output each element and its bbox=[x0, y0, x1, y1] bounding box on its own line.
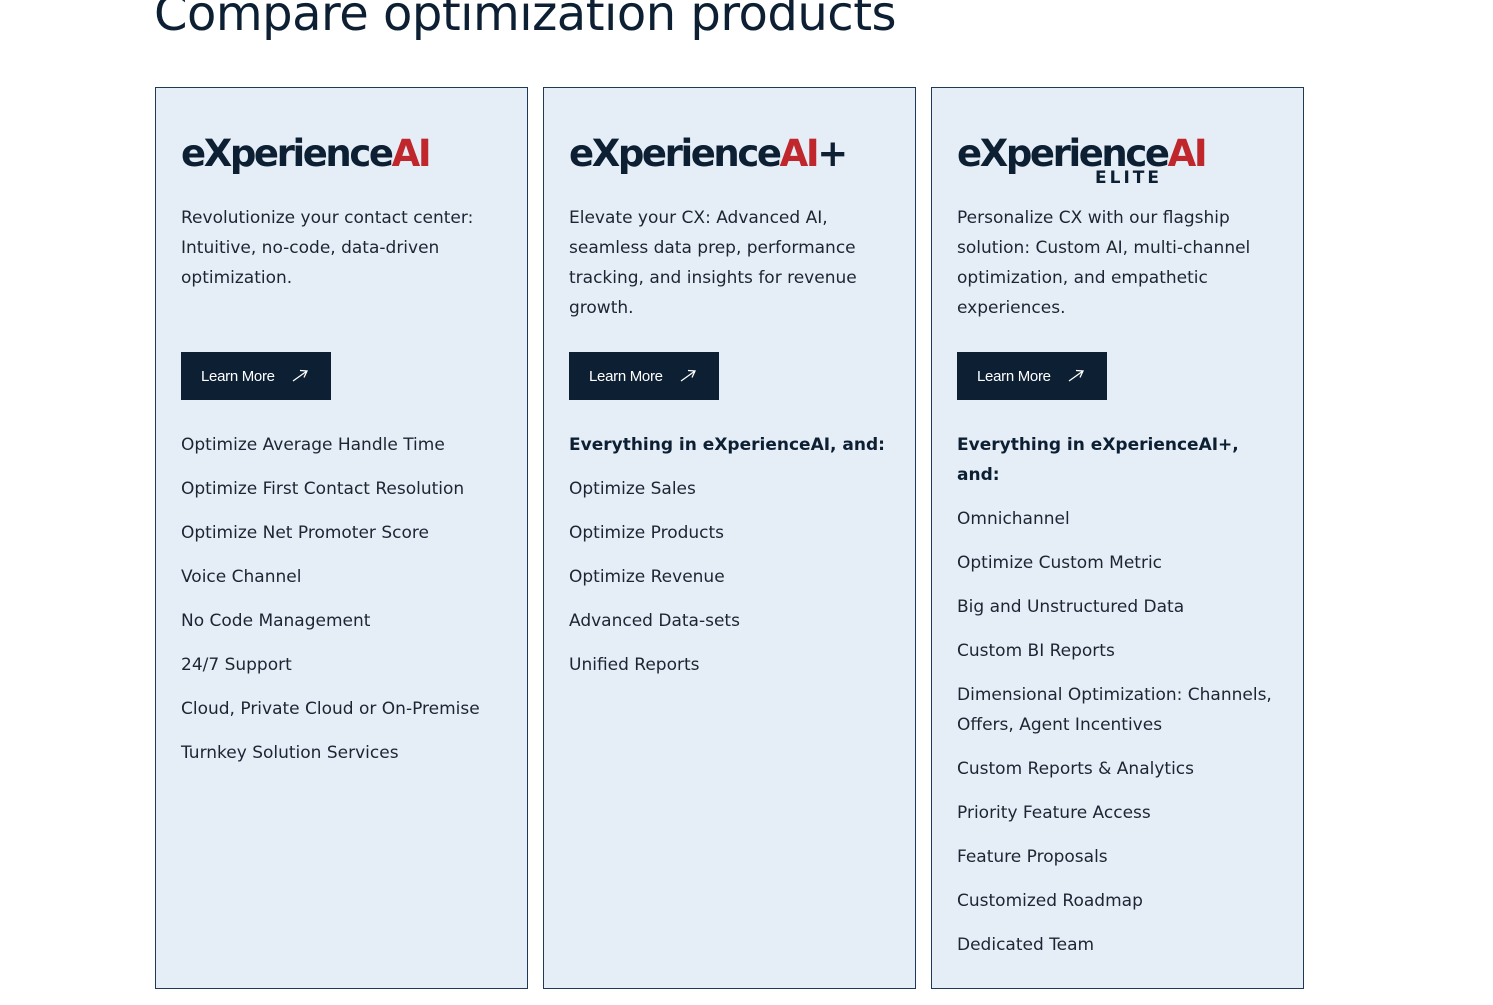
feature-item: Big and Unstructured Data bbox=[957, 597, 1185, 617]
arrow-up-right-icon bbox=[292, 369, 308, 382]
product-card-experienceai-elite: eXperienceAI ELITE Personalize CX with ou… bbox=[931, 87, 1304, 989]
feature-lead: Everything in eXperienceAI+, and: bbox=[957, 435, 1239, 485]
feature-item: Dedicated Team bbox=[957, 935, 1095, 955]
feature-item: Feature Proposals bbox=[957, 847, 1108, 867]
arrow-up-right-icon bbox=[1068, 369, 1084, 382]
arrow-up-right-icon bbox=[680, 369, 696, 382]
feature-lead: Everything in eXperienceAI, and: bbox=[569, 435, 885, 455]
learn-more-button[interactable]: Learn More bbox=[569, 352, 719, 400]
experienceai-plus-logo: eXperienceAI+ bbox=[569, 132, 848, 175]
feature-item: Omnichannel bbox=[957, 509, 1070, 529]
page-title: Compare optimization products bbox=[154, 0, 897, 42]
feature-item: Turnkey Solution Services bbox=[181, 743, 399, 763]
product-description: Revolutionize your contact center: Intui… bbox=[181, 208, 474, 288]
feature-item: Optimize First Contact Resolution bbox=[181, 479, 465, 499]
learn-more-label: Learn More bbox=[977, 367, 1051, 385]
learn-more-label: Learn More bbox=[589, 367, 663, 385]
feature-list: Optimize Average Handle Time Optimize Fir… bbox=[181, 430, 511, 782]
feature-item: 24/7 Support bbox=[181, 655, 292, 675]
feature-list: Everything in eXperienceAI, and: Optimize… bbox=[569, 430, 899, 694]
feature-item: Optimize Custom Metric bbox=[957, 553, 1163, 573]
feature-item: Optimize Products bbox=[569, 523, 725, 543]
learn-more-button[interactable]: Learn More bbox=[957, 352, 1107, 400]
learn-more-button[interactable]: Learn More bbox=[181, 352, 331, 400]
experienceai-elite-logo: eXperienceAI ELITE bbox=[957, 132, 1208, 188]
feature-item: Custom BI Reports bbox=[957, 641, 1115, 661]
feature-item: Custom Reports & Analytics bbox=[957, 759, 1195, 779]
product-description: Elevate your CX: Advanced AI, seamless d… bbox=[569, 208, 857, 318]
feature-item: Unified Reports bbox=[569, 655, 700, 675]
product-card-experienceai-plus: eXperienceAI+ Elevate your CX: Advanced … bbox=[543, 87, 916, 989]
experienceai-logo: eXperienceAI bbox=[181, 132, 432, 175]
feature-item: Optimize Average Handle Time bbox=[181, 435, 445, 455]
feature-item: Priority Feature Access bbox=[957, 803, 1151, 823]
feature-item: Customized Roadmap bbox=[957, 891, 1143, 911]
feature-item: Optimize Revenue bbox=[569, 567, 725, 587]
feature-item: Advanced Data-sets bbox=[569, 611, 740, 631]
product-description: Personalize CX with our flagship solutio… bbox=[957, 208, 1251, 318]
feature-item: Optimize Net Promoter Score bbox=[181, 523, 429, 543]
feature-item: Cloud, Private Cloud or On-Premise bbox=[181, 699, 480, 719]
feature-item: Dimensional Optimization: Channels, Offe… bbox=[957, 685, 1272, 735]
feature-item: Optimize Sales bbox=[569, 479, 696, 499]
product-card-experienceai: eXperienceAI Revolutionize your contact … bbox=[155, 87, 528, 989]
learn-more-label: Learn More bbox=[201, 367, 275, 385]
feature-item: No Code Management bbox=[181, 611, 371, 631]
feature-item: Voice Channel bbox=[181, 567, 302, 587]
feature-list: Everything in eXperienceAI+, and: Omnicha… bbox=[957, 430, 1287, 974]
